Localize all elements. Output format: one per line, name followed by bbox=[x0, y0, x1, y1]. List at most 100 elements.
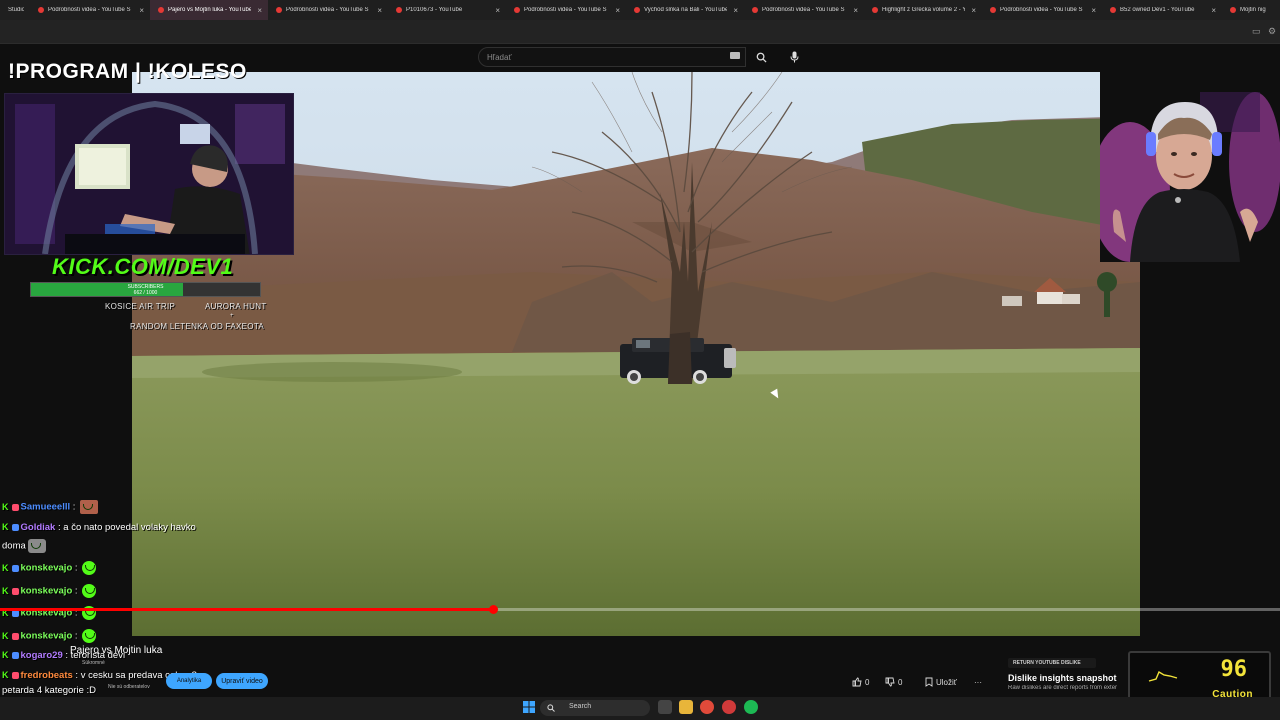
kick-badge-icon: K bbox=[2, 501, 9, 512]
goal-item-random-ticket: RANDOM LETENKA OD FAXEOTA bbox=[130, 322, 265, 331]
video-progress-bar[interactable] bbox=[0, 605, 1280, 614]
thumbs-down-icon bbox=[885, 677, 895, 687]
save-button[interactable]: Uložiť bbox=[925, 674, 957, 690]
dislike-count: 0 bbox=[898, 677, 903, 687]
youtube-favicon-icon bbox=[872, 7, 878, 13]
youtube-favicon-icon bbox=[1110, 7, 1116, 13]
video-title: Pajero vs Mojtin luka bbox=[70, 645, 163, 656]
gauge-graph-icon bbox=[1148, 670, 1178, 682]
youtube-favicon-icon bbox=[634, 7, 640, 13]
subscriber-goal-label: SUBSCRIBERS 662 / 1000 bbox=[31, 284, 260, 296]
browser-tab-strip: Studio Podrobnosti videa - YouTube S × Paje… bbox=[0, 0, 1280, 20]
chat-username[interactable]: fredrobeats bbox=[21, 670, 73, 681]
save-label: Uložiť bbox=[936, 677, 957, 687]
browser-tab[interactable]: Podrobnosti videa - YouTube S × bbox=[506, 0, 626, 20]
tab-label: Highlight z Grecka volume 2 - Y bbox=[882, 7, 966, 13]
chat-username[interactable]: Goldiak bbox=[21, 522, 56, 533]
chat-separator: : bbox=[72, 670, 81, 681]
chat-text: doma bbox=[2, 540, 26, 552]
youtube-favicon-icon bbox=[276, 7, 282, 13]
kick-badge-icon: K bbox=[2, 522, 9, 532]
chat-username[interactable]: konskevajo bbox=[21, 563, 73, 574]
browser-tab[interactable]: Podrobnosti videa - YouTube S × bbox=[268, 0, 388, 20]
taskbar-search-icon bbox=[547, 704, 555, 712]
tab-close-icon[interactable]: × bbox=[615, 6, 620, 15]
chat-username[interactable]: konskevajo bbox=[21, 631, 73, 642]
taskbar-search[interactable]: Search bbox=[540, 700, 650, 716]
chat-text: petarda 4 kategorie :D bbox=[2, 685, 97, 696]
tab-label: Pajero vs Mojtin luka - YouTube bbox=[168, 7, 252, 13]
tab-close-icon[interactable]: × bbox=[1211, 6, 1216, 15]
extension-icon[interactable]: ▭ bbox=[1252, 26, 1261, 37]
like-button[interactable]: 0 bbox=[852, 674, 869, 690]
user-badge-icon bbox=[11, 503, 19, 511]
browser-tab[interactable]: Highlight z Grecka volume 2 - Y × bbox=[864, 0, 982, 20]
kekw-emote-icon bbox=[82, 629, 97, 643]
search-button[interactable] bbox=[748, 47, 774, 67]
microphone-icon bbox=[790, 51, 798, 63]
chat-username[interactable]: konskevajo bbox=[21, 586, 73, 597]
browser-tab[interactable]: Podrobnosti videa - YouTube S × bbox=[744, 0, 864, 20]
webcam-face-scene bbox=[1100, 72, 1280, 262]
image-emote-icon bbox=[80, 500, 99, 514]
chat-message: K Goldiak : a čo nato povedal volaky havk… bbox=[2, 522, 196, 533]
windows-start-icon[interactable] bbox=[522, 700, 536, 714]
kick-badge-icon: K bbox=[2, 630, 9, 641]
chrome-icon[interactable] bbox=[700, 700, 714, 714]
youtube-favicon-icon bbox=[990, 7, 996, 13]
browser-tab[interactable]: P1010673 - YouTube × bbox=[388, 0, 506, 20]
settings-icon[interactable]: ⚙ bbox=[1268, 26, 1276, 37]
kick-channel-logo: KICK.COM/DEV1 bbox=[52, 254, 234, 279]
tab-close-icon[interactable]: × bbox=[853, 6, 858, 15]
browser-tab[interactable]: Podrobnosti videa - YouTube S × bbox=[30, 0, 150, 20]
tab-close-icon[interactable]: × bbox=[495, 6, 500, 15]
kekw-emote-icon bbox=[82, 561, 97, 575]
thumbs-up-icon bbox=[852, 677, 862, 687]
browser-tab[interactable]: B52 owned Dev1 - YouTube × bbox=[1102, 0, 1222, 20]
youtube-favicon-icon bbox=[514, 7, 520, 13]
tab-close-icon[interactable]: × bbox=[971, 6, 976, 15]
user-badge-icon bbox=[11, 671, 19, 679]
tab-close-icon[interactable]: × bbox=[1091, 6, 1096, 15]
chat-separator: : bbox=[72, 585, 81, 597]
file-explorer-icon[interactable] bbox=[679, 700, 693, 714]
youtube-favicon-icon bbox=[158, 7, 164, 13]
browser-tab[interactable]: Pajero vs Mojtin luka - YouTube × bbox=[150, 0, 268, 20]
dislike-button[interactable]: 0 bbox=[885, 674, 902, 690]
more-actions-button[interactable]: ··· bbox=[974, 674, 982, 690]
browser-tab[interactable]: Studio bbox=[0, 0, 30, 20]
chat-username[interactable]: Samueeelll bbox=[21, 502, 71, 513]
tab-close-icon[interactable]: × bbox=[139, 6, 144, 15]
analytics-button[interactable]: Analytika bbox=[166, 673, 212, 689]
goal-separator: + bbox=[230, 313, 234, 319]
chat-message: petarda 4 kategorie :D bbox=[2, 685, 96, 696]
streamer-webcam-setup bbox=[4, 93, 294, 255]
youtube-favicon-icon bbox=[752, 7, 758, 13]
user-badge-icon bbox=[11, 564, 19, 572]
tab-close-icon[interactable]: × bbox=[733, 6, 738, 15]
search-input[interactable]: Hľadať bbox=[478, 47, 746, 67]
dislike-insights-subtitle: Raw dislikes are direct reports from ext… bbox=[1008, 685, 1118, 691]
keyboard-icon[interactable] bbox=[730, 52, 740, 59]
spotify-icon[interactable] bbox=[744, 700, 758, 714]
task-view-icon[interactable] bbox=[658, 700, 672, 714]
chat-username[interactable]: kogaro29 bbox=[21, 650, 63, 661]
bookmark-icon bbox=[925, 677, 933, 687]
kick-badge-icon: K bbox=[2, 562, 9, 573]
browser-toolbar: ▭ ⚙ bbox=[0, 20, 1280, 44]
progress-scrubber[interactable] bbox=[488, 605, 498, 614]
tab-label: Podrobnosti videa - YouTube S bbox=[1000, 7, 1083, 13]
edit-video-button[interactable]: Upraviť video bbox=[216, 673, 268, 689]
screen: Studio Podrobnosti videa - YouTube S × Paje… bbox=[0, 0, 1280, 720]
app-icon[interactable] bbox=[722, 700, 736, 714]
browser-tab[interactable]: Vychod slnka na Bali - YouTube × bbox=[626, 0, 744, 20]
tab-label: Podrobnosti videa - YouTube S bbox=[286, 7, 369, 13]
goal-item-kosice: KOSICE AIR TRIP bbox=[105, 302, 176, 311]
tab-close-icon[interactable]: × bbox=[257, 6, 262, 15]
chat-text: a čo nato povedal volaky havko bbox=[63, 522, 196, 533]
voice-search-button[interactable] bbox=[784, 47, 804, 67]
tab-close-icon[interactable]: × bbox=[377, 6, 382, 15]
browser-tab[interactable]: Podrobnosti videa - YouTube S × bbox=[982, 0, 1102, 20]
kekw-emote-icon bbox=[82, 584, 97, 598]
user-badge-icon bbox=[11, 632, 19, 640]
